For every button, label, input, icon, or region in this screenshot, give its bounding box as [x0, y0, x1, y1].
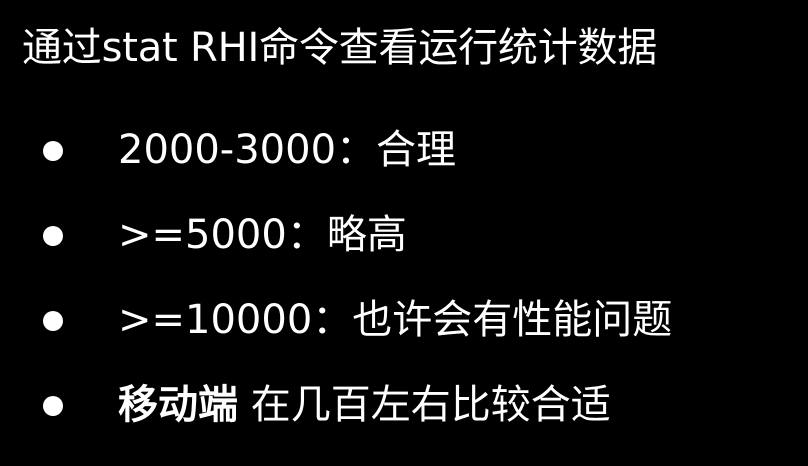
bullet-emphasis: 移动端	[118, 382, 238, 428]
bullet-item-4: 移动端 在几百左右比较合适	[0, 376, 808, 434]
bullet-text-3: >=10000：也许会有性能问题	[118, 297, 673, 343]
slide: 通过stat RHI命令查看运行统计数据 2000-3000：合理 >=5000…	[0, 0, 808, 466]
bullet-item-1: 2000-3000：合理	[0, 121, 808, 179]
bullet-dot-icon	[43, 226, 63, 246]
bullet-text-4: 移动端 在几百左右比较合适	[118, 376, 611, 434]
bullet-item-3: >=10000：也许会有性能问题	[0, 291, 808, 349]
bullet-list: 2000-3000：合理 >=5000：略高 >=10000：也许会有性能问题 …	[0, 0, 808, 466]
bullet-text-2: >=5000：略高	[118, 212, 407, 258]
bullet-dot-icon	[43, 396, 63, 416]
bullet-text-1: 2000-3000：合理	[118, 127, 457, 173]
bullet-item-2: >=5000：略高	[0, 206, 808, 264]
bullet-detail: 在几百左右比较合适	[238, 382, 611, 428]
bullet-dot-icon	[43, 141, 63, 161]
bullet-dot-icon	[43, 311, 63, 331]
